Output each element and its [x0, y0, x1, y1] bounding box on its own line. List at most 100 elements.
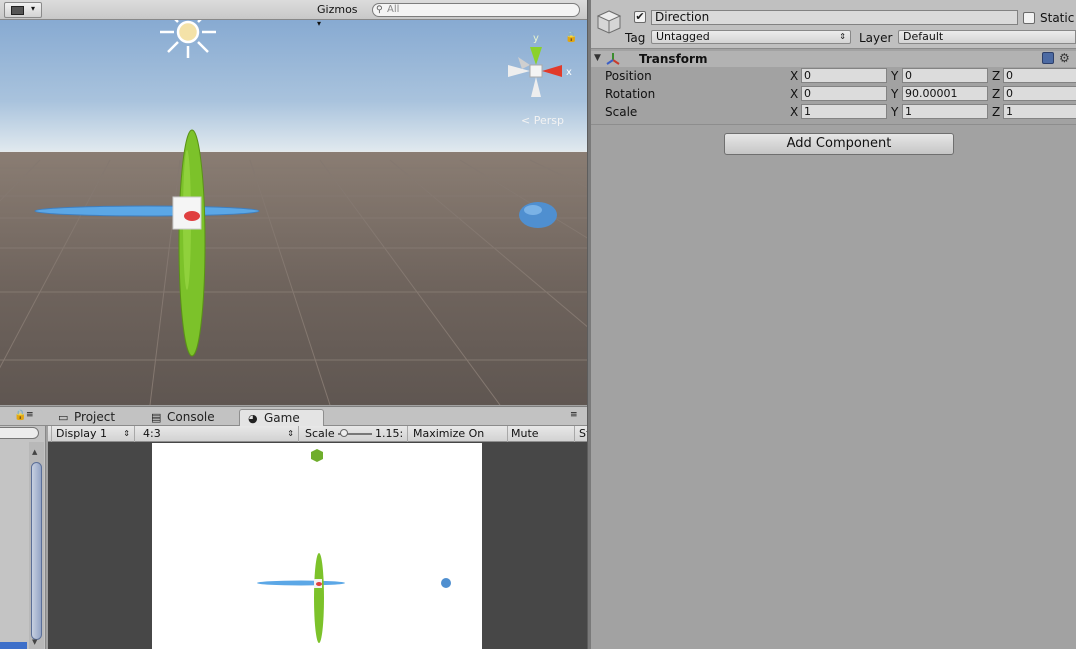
scroll-up-icon[interactable]: ▲	[32, 448, 37, 456]
scale-value: 1.15:	[371, 426, 409, 442]
persp-label[interactable]: < Persp	[521, 114, 564, 127]
component-title: Transform	[639, 52, 708, 66]
search-placeholder: All	[387, 4, 400, 15]
tab-label: Game	[264, 411, 300, 425]
tag-select[interactable]: Untagged ⇕	[651, 30, 851, 44]
selected-item-highlight[interactable]	[0, 642, 27, 649]
game-blue-sphere	[441, 578, 451, 588]
add-component-button[interactable]: Add Component	[724, 133, 954, 155]
component-divider	[591, 124, 1076, 125]
scale-label: Scale	[605, 105, 638, 119]
lock-icon[interactable]: 🔒	[565, 31, 577, 43]
position-x-field[interactable]: 0	[801, 68, 887, 83]
rotation-z-field[interactable]: 0	[1003, 86, 1076, 101]
updown-caret-icon: ⇕	[839, 32, 846, 41]
reference-help-icon[interactable]	[1042, 52, 1054, 64]
scene-toolbar: ▾ Gizmos ▾ ⚲ All	[0, 0, 587, 28]
tab-project[interactable]: ▭ Project	[50, 409, 123, 427]
inspector-panel: ✔ Direction Static Tag Untagged ⇕ Layer …	[591, 0, 1076, 649]
scale-slider-handle[interactable]	[340, 429, 348, 437]
stats-toggle[interactable]: St	[575, 426, 587, 442]
gizmo-x-label: x	[566, 67, 572, 78]
axis-y-label[interactable]: Y	[891, 69, 898, 83]
bottom-tab-bar: 🔒 ≡ ▭ Project ▤ Console ◕ Game ≡	[0, 406, 587, 427]
rotation-x-field[interactable]: 0	[801, 86, 887, 101]
sun-icon[interactable]	[160, 20, 216, 58]
foldout-triangle-icon[interactable]: ▼	[594, 53, 601, 63]
axis-y-label[interactable]: Y	[891, 105, 898, 119]
static-label: Static	[1040, 11, 1075, 25]
render-mode-button[interactable]: ▾	[4, 2, 42, 18]
scene-search-input[interactable]: ⚲ All	[372, 3, 580, 17]
green-capsule-object[interactable]	[178, 129, 206, 357]
layer-select[interactable]: Default	[898, 30, 1076, 44]
axis-x-label[interactable]: X	[790, 105, 798, 119]
rotation-label: Rotation	[605, 87, 656, 101]
search-icon: ⚲	[376, 5, 383, 15]
lock-icon[interactable]: 🔒	[14, 410, 26, 421]
tag-label: Tag	[625, 31, 646, 45]
caret-down-icon: ▾	[317, 19, 322, 28]
updown-caret-icon: ⇕	[123, 429, 130, 438]
rotation-y-field[interactable]: 90.00001	[902, 86, 988, 101]
tab-label: Project	[74, 410, 116, 424]
axis-z-label[interactable]: Z	[992, 105, 1000, 119]
camera-gizmo-icon[interactable]	[172, 196, 202, 230]
gizmo-y-label: y	[533, 33, 539, 44]
inspector-header: ✔ Direction Static Tag Untagged ⇕ Layer …	[591, 0, 1076, 49]
aspect-value: 4:3	[143, 427, 161, 440]
position-y-field[interactable]: 0	[902, 68, 988, 83]
axis-y-label[interactable]: Y	[891, 87, 898, 101]
game-render	[152, 443, 482, 649]
scale-x-field[interactable]: 1	[801, 104, 887, 119]
rotation-row: Rotation X 0 Y 90.00001 Z 0	[591, 85, 1076, 103]
game-toolbar: Display 1 ⇕ 4:3 ⇕ Scale 1.15: Maximize O…	[48, 426, 587, 455]
scroll-down-icon[interactable]: ▼	[32, 638, 37, 646]
layer-label: Layer	[859, 31, 893, 45]
axis-z-label[interactable]: Z	[992, 87, 1000, 101]
folder-icon: ▭	[58, 411, 69, 424]
caret-down-icon: ▾	[31, 4, 36, 13]
display-select[interactable]: Display 1 ⇕	[51, 426, 135, 442]
maximize-on-play-toggle[interactable]: Maximize On Play	[409, 426, 508, 455]
position-row: Position X 0 Y 0 Z 0	[591, 67, 1076, 85]
settings-icon[interactable]: ⚙	[1059, 51, 1070, 65]
object-name-field[interactable]: Direction	[651, 10, 1018, 25]
position-z-field[interactable]: 0	[1003, 68, 1076, 83]
scale-y-field[interactable]: 1	[902, 104, 988, 119]
image-icon	[11, 6, 24, 15]
blue-disc-object[interactable]	[34, 205, 260, 217]
position-label: Position	[605, 69, 652, 83]
updown-caret-icon: ⇕	[287, 429, 294, 438]
project-search-input[interactable]	[0, 427, 39, 439]
orientation-gizmo[interactable]: y x	[508, 33, 572, 97]
scene-view[interactable]: y x < Persp 🔒 ▾ Gizmos ▾ ⚲ All	[0, 0, 587, 405]
gameobject-cube-icon	[596, 10, 622, 34]
game-view[interactable]	[48, 442, 587, 649]
mute-audio-toggle[interactable]: Mute Audio	[507, 426, 575, 455]
console-icon: ▤	[151, 411, 162, 424]
scrollbar[interactable]: ▲ ▼	[29, 442, 44, 649]
layer-value: Default	[903, 30, 944, 43]
project-panel-strip: ▲ ▼	[0, 426, 46, 649]
tab-game[interactable]: ◕ Game	[239, 409, 324, 427]
panel-menu-icon[interactable]: ≡	[570, 410, 578, 420]
aspect-select[interactable]: 4:3 ⇕	[139, 426, 299, 442]
tab-console[interactable]: ▤ Console	[143, 409, 223, 427]
gizmos-dropdown[interactable]: Gizmos ▾	[313, 2, 367, 28]
panel-menu-icon[interactable]: ≡	[26, 410, 34, 420]
static-checkbox[interactable]	[1023, 12, 1035, 24]
ground-grid	[0, 159, 587, 405]
active-checkbox[interactable]: ✔	[634, 11, 646, 23]
transform-component-header[interactable]: ▼ Transform ⚙	[591, 51, 1076, 67]
scale-z-field[interactable]: 1	[1003, 104, 1076, 119]
axis-z-label[interactable]: Z	[992, 69, 1000, 83]
scrollbar-thumb[interactable]	[31, 462, 42, 640]
tab-label: Console	[167, 410, 215, 424]
axis-x-label[interactable]: X	[790, 69, 798, 83]
scene-viewport[interactable]: y x < Persp 🔒	[0, 20, 587, 405]
game-icon: ◕	[248, 412, 258, 425]
transform-axes-icon	[606, 53, 620, 65]
axis-x-label[interactable]: X	[790, 87, 798, 101]
gizmos-label: Gizmos	[317, 3, 358, 16]
